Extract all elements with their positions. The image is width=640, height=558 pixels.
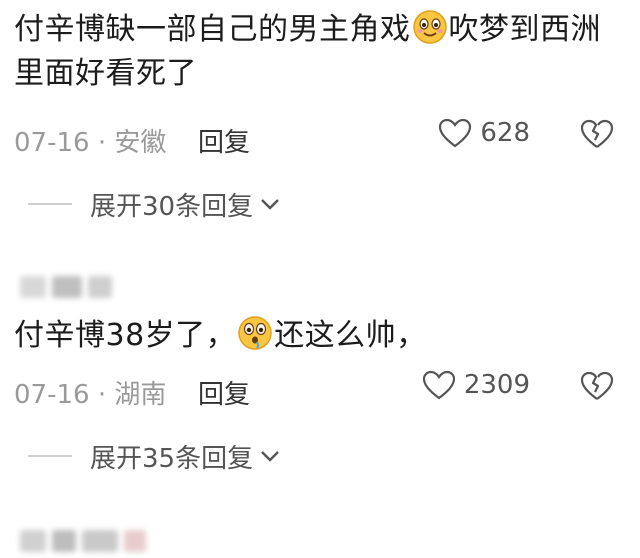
comment-1-dislike-button[interactable] (580, 118, 614, 157)
broken-heart-icon (580, 371, 614, 400)
divider-line (28, 203, 72, 205)
comment-1-text: 付辛博缺一部自己的男主角戏 吹梦到西洲里面好看死了 (14, 8, 626, 96)
blush-smile-emoji-icon (412, 9, 448, 45)
heart-icon (439, 118, 472, 148)
comment-1-like-button[interactable]: 628 (438, 118, 530, 148)
broken-heart-icon (580, 119, 614, 148)
comment-2-meta: 07-16 · 湖南 回复 2309 (14, 370, 620, 410)
comment-2-text-part1: 付辛博38岁了， (14, 318, 237, 353)
comment-2-like-button[interactable]: 2309 (422, 370, 530, 400)
comment-1-expand-replies[interactable]: 展开30条回复 (28, 186, 281, 222)
comment-2-date-location: 07-16 · 湖南 (14, 380, 167, 410)
chevron-down-icon (261, 199, 279, 210)
drooling-emoji-icon (237, 315, 273, 351)
comment-1-meta: 07-16 · 安徽 回复 628 (14, 118, 620, 158)
comment-2-text-part2: 还这么帅， (274, 318, 427, 353)
chevron-down-icon (261, 451, 279, 462)
comment-2-dislike-button[interactable] (580, 370, 614, 409)
comment-2-like-count: 2309 (463, 370, 530, 400)
comment-1-reply-button[interactable]: 回复 (198, 122, 250, 159)
comment-1-expand-label: 展开30条回复 (90, 191, 254, 222)
comment-2-username-blurred (20, 274, 112, 300)
comment-2-expand-label: 展开35条回复 (90, 443, 254, 474)
comment-2-expand-replies[interactable]: 展开35条回复 (28, 438, 281, 474)
comment-3-username-blurred (20, 528, 146, 554)
comment-1-like-count: 628 (480, 118, 530, 148)
divider-line (28, 455, 72, 457)
comment-2-text: 付辛博38岁了， 还这么帅， (14, 314, 626, 358)
comment-1-date-location: 07-16 · 安徽 (14, 128, 167, 158)
heart-icon (422, 370, 455, 400)
comment-1-text-part1: 付辛博缺一部自己的男主角戏 (14, 12, 411, 47)
comment-2-reply-button[interactable]: 回复 (198, 374, 250, 411)
